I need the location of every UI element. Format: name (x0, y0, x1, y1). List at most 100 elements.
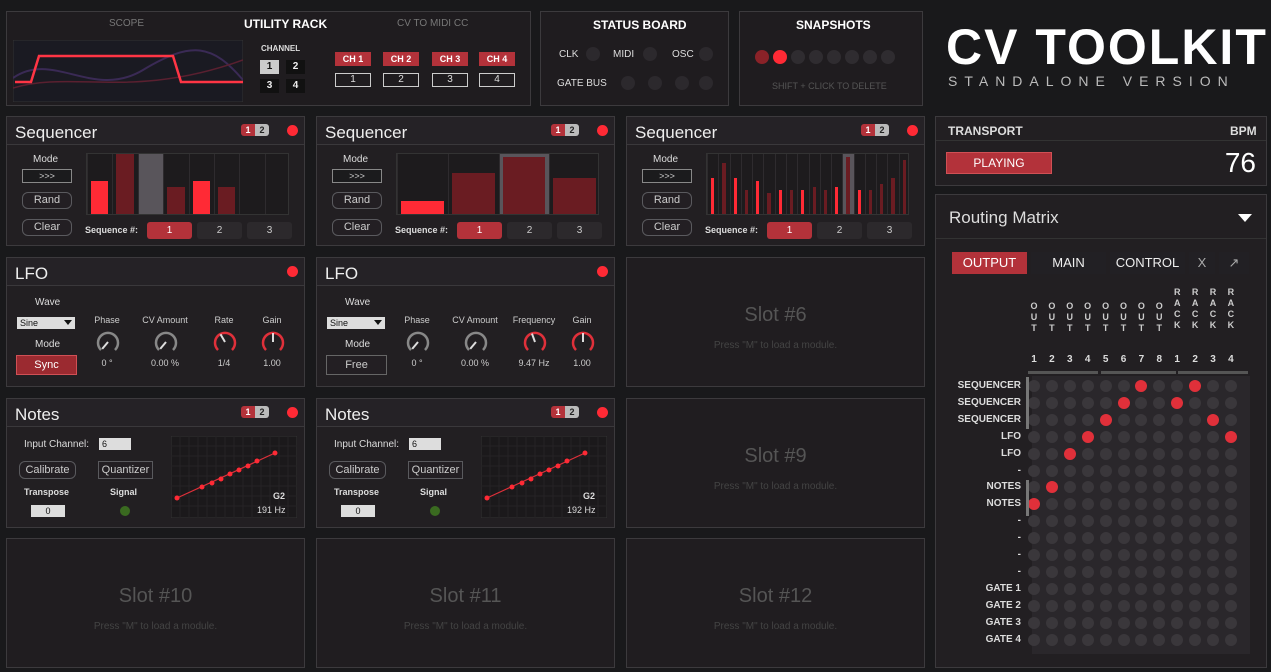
cv-amount-knob[interactable] (153, 329, 179, 355)
step-bar[interactable] (91, 181, 109, 214)
matrix-cell[interactable] (1028, 380, 1040, 392)
matrix-cell[interactable] (1117, 481, 1130, 494)
active-led[interactable] (287, 407, 298, 418)
matrix-cell[interactable] (1224, 616, 1237, 629)
matrix-cell[interactable] (1045, 413, 1058, 426)
matrix-cell[interactable] (1207, 565, 1219, 578)
matrix-cell[interactable] (1224, 396, 1237, 409)
matrix-cell[interactable] (1117, 565, 1130, 578)
matrix-cell[interactable] (1135, 430, 1148, 443)
matrix-cell[interactable] (1081, 616, 1094, 629)
matrix-cell[interactable] (1207, 413, 1219, 426)
matrix-cell[interactable] (1045, 565, 1058, 578)
cc-ch1-label[interactable]: CH 1 (335, 52, 371, 66)
matrix-cell[interactable] (1063, 582, 1076, 595)
matrix-cell[interactable] (1189, 633, 1202, 646)
matrix-cell[interactable] (1153, 413, 1166, 426)
matrix-cell[interactable] (1117, 616, 1130, 629)
calibrate-button[interactable]: Calibrate (329, 461, 386, 479)
matrix-cell[interactable] (1153, 599, 1166, 612)
snapshot-slot[interactable] (773, 50, 787, 64)
matrix-cell[interactable] (1171, 396, 1184, 409)
active-led[interactable] (597, 125, 608, 136)
matrix-cell[interactable] (1207, 380, 1219, 392)
step-bar[interactable] (789, 190, 794, 214)
cc-ch4-value[interactable]: 4 (479, 73, 515, 87)
matrix-cell[interactable] (1099, 532, 1112, 545)
matrix-cell[interactable] (1081, 582, 1094, 595)
matrix-cell[interactable] (1045, 464, 1058, 477)
step-bars[interactable] (396, 153, 599, 215)
matrix-cell[interactable] (1081, 532, 1094, 545)
matrix-cell[interactable] (1117, 396, 1130, 409)
page-2[interactable]: 2 (565, 124, 579, 136)
page-2[interactable]: 2 (875, 124, 889, 136)
step-bar[interactable] (756, 181, 760, 214)
matrix-cell[interactable] (1045, 549, 1058, 561)
slot-12[interactable]: Slot #12 Press "M" to load a module. (626, 538, 925, 668)
matrix-cell[interactable] (1189, 396, 1202, 409)
cv-amount-knob[interactable] (463, 329, 489, 355)
matrix-cell[interactable] (1099, 396, 1112, 409)
matrix-cell[interactable] (1189, 565, 1202, 578)
sequence-button-2[interactable]: 2 (817, 222, 862, 239)
phase-knob[interactable] (95, 329, 121, 355)
matrix-cell[interactable] (1028, 582, 1040, 595)
matrix-cell[interactable] (1099, 498, 1112, 511)
matrix-cell[interactable] (1099, 565, 1112, 578)
matrix-cell[interactable] (1117, 413, 1130, 426)
page-2[interactable]: 2 (255, 406, 269, 418)
matrix-cell[interactable] (1224, 565, 1237, 578)
matrix-cell[interactable] (1028, 532, 1040, 545)
lfo-active-led[interactable] (287, 266, 298, 277)
active-led[interactable] (907, 125, 918, 136)
matrix-cell[interactable] (1224, 413, 1237, 426)
matrix-cell[interactable] (1099, 481, 1112, 494)
cc-ch3-label[interactable]: CH 3 (432, 52, 468, 66)
matrix-cell[interactable] (1063, 464, 1076, 477)
active-led[interactable] (597, 407, 608, 418)
matrix-cell[interactable] (1028, 599, 1040, 612)
snapshot-slot[interactable] (827, 50, 841, 64)
matrix-cell[interactable] (1081, 464, 1094, 477)
step-bar[interactable] (891, 178, 895, 214)
snapshot-slot[interactable] (755, 50, 769, 64)
matrix-cell[interactable] (1135, 464, 1148, 477)
matrix-cell[interactable] (1081, 599, 1094, 612)
input-channel-field[interactable]: 6 (409, 438, 441, 450)
page-2[interactable]: 2 (255, 124, 269, 136)
matrix-cell[interactable] (1207, 430, 1219, 443)
quantizer-button[interactable]: Quantizer (408, 461, 463, 479)
snapshot-slot[interactable] (881, 50, 895, 64)
rand-button[interactable]: Rand (642, 192, 692, 209)
step-bar[interactable] (116, 154, 134, 214)
step-bar[interactable] (733, 178, 737, 214)
step-bar[interactable] (857, 190, 861, 214)
page-toggle[interactable]: 12 (551, 406, 579, 418)
matrix-cell[interactable] (1099, 430, 1112, 443)
gain-knob[interactable] (570, 329, 596, 355)
matrix-cell[interactable] (1224, 430, 1237, 443)
matrix-cell[interactable] (1153, 582, 1166, 595)
matrix-cell[interactable] (1189, 447, 1202, 460)
matrix-cell[interactable] (1099, 549, 1112, 561)
mode-select[interactable]: >>> (332, 169, 382, 183)
step-bar[interactable] (502, 157, 546, 214)
matrix-cell[interactable] (1224, 515, 1237, 528)
matrix-cell[interactable] (1171, 430, 1184, 443)
matrix-cell[interactable] (1045, 599, 1058, 612)
sync-button[interactable]: Sync (16, 355, 77, 375)
matrix-cell[interactable] (1207, 532, 1219, 545)
snapshot-slot[interactable] (863, 50, 877, 64)
matrix-cell[interactable] (1099, 515, 1112, 528)
sequence-button-1[interactable]: 1 (457, 222, 502, 239)
snapshot-slot[interactable] (845, 50, 859, 64)
matrix-cell[interactable] (1081, 396, 1094, 409)
calibrate-button[interactable]: Calibrate (19, 461, 76, 479)
matrix-cell[interactable] (1063, 413, 1076, 426)
matrix-cell[interactable] (1189, 380, 1202, 392)
matrix-cell[interactable] (1153, 616, 1166, 629)
sequence-button-1[interactable]: 1 (767, 222, 812, 239)
sequence-button-3[interactable]: 3 (247, 222, 292, 239)
matrix-cell[interactable] (1117, 532, 1130, 545)
